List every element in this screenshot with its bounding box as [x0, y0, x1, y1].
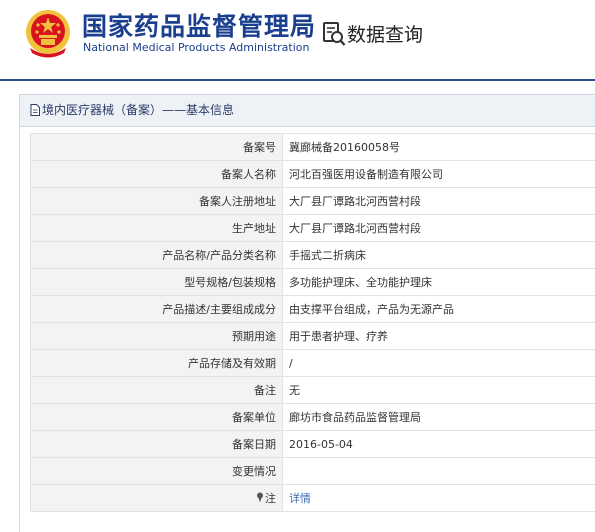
- pin-icon: [256, 492, 264, 503]
- field-value: 用于患者护理、疗养: [283, 323, 595, 350]
- table-row: 备案单位 廊坊市食品药品监督管理局: [31, 404, 595, 431]
- table-row: 备注 无: [31, 377, 595, 404]
- field-value: 河北百强医用设备制造有限公司: [283, 161, 595, 188]
- field-label: 产品名称/产品分类名称: [31, 242, 283, 269]
- field-label: 备案号: [31, 134, 283, 161]
- field-value: 大厂县厂谭路北河西营村段: [283, 215, 595, 242]
- record-panel: 境内医疗器械（备案）——基本信息 备案号 冀廊械备20160058号 备案人名称…: [19, 94, 595, 532]
- field-value: 2016-05-04: [283, 431, 595, 458]
- field-value: [283, 458, 595, 485]
- table-row: 产品描述/主要组成成分 由支撑平台组成，产品为无源产品: [31, 296, 595, 323]
- details-link[interactable]: 详情: [283, 485, 595, 512]
- table-row: 变更情况: [31, 458, 595, 485]
- field-value: 由支撑平台组成，产品为无源产品: [283, 296, 595, 323]
- national-emblem-icon: [24, 8, 72, 58]
- table-row: 备案日期 2016-05-04: [31, 431, 595, 458]
- panel-title-text: 境内医疗器械（备案）——基本信息: [42, 103, 234, 117]
- record-info-table: 备案号 冀廊械备20160058号 备案人名称 河北百强医用设备制造有限公司 备…: [30, 133, 595, 512]
- table-row: 预期用途 用于患者护理、疗养: [31, 323, 595, 350]
- field-value: 无: [283, 377, 595, 404]
- table-row: 产品存储及有效期 /: [31, 350, 595, 377]
- field-label: 产品描述/主要组成成分: [31, 296, 283, 323]
- field-label: 备案人名称: [31, 161, 283, 188]
- field-value: 大厂县厂谭路北河西营村段: [283, 188, 595, 215]
- panel-title: 境内医疗器械（备案）——基本信息: [20, 95, 595, 127]
- field-value: 多功能护理床、全功能护理床: [283, 269, 595, 296]
- table-row-note: 注 详情: [31, 485, 595, 512]
- table-row: 型号规格/包装规格 多功能护理床、全功能护理床: [31, 269, 595, 296]
- table-row: 产品名称/产品分类名称 手摇式二折病床: [31, 242, 595, 269]
- table-row: 备案人名称 河北百强医用设备制造有限公司: [31, 161, 595, 188]
- data-query-link[interactable]: 数据查询: [347, 20, 423, 47]
- table-row: 生产地址 大厂县厂谭路北河西营村段: [31, 215, 595, 242]
- field-label: 备案单位: [31, 404, 283, 431]
- agency-name-cn: 国家药品监督管理局: [82, 7, 316, 43]
- site-header: 国家药品监督管理局 National Medical Products Admi…: [0, 0, 595, 80]
- field-label: 变更情况: [31, 458, 283, 485]
- field-label: 备注: [31, 377, 283, 404]
- field-label: 备案日期: [31, 431, 283, 458]
- table-row: 备案号 冀廊械备20160058号: [31, 134, 595, 161]
- field-label: 型号规格/包装规格: [31, 269, 283, 296]
- field-label: 备案人注册地址: [31, 188, 283, 215]
- field-value: 廊坊市食品药品监督管理局: [283, 404, 595, 431]
- header-divider: [0, 79, 595, 81]
- field-label: 生产地址: [31, 215, 283, 242]
- field-value: /: [283, 350, 595, 377]
- note-label: 注: [265, 492, 276, 505]
- document-icon: [30, 104, 40, 116]
- agency-name-en: National Medical Products Administration: [83, 41, 309, 54]
- field-label: 预期用途: [31, 323, 283, 350]
- field-label: 产品存储及有效期: [31, 350, 283, 377]
- table-row: 备案人注册地址 大厂县厂谭路北河西营村段: [31, 188, 595, 215]
- data-query-icon[interactable]: [322, 21, 346, 47]
- field-value: 手摇式二折病床: [283, 242, 595, 269]
- field-value: 冀廊械备20160058号: [283, 134, 595, 161]
- note-label-cell: 注: [31, 485, 283, 512]
